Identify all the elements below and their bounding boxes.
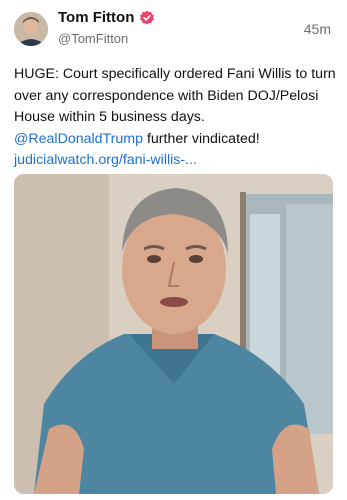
author-handle[interactable]: @TomFitton: [58, 31, 128, 46]
post-card[interactable]: Tom Fitton @TomFitton 45m HUGE: Court sp…: [0, 0, 347, 500]
post-body: HUGE: Court specifically ordered Fani Wi…: [14, 66, 336, 125]
avatar[interactable]: [14, 12, 48, 46]
video-thumbnail[interactable]: [14, 174, 333, 494]
external-link[interactable]: judicialwatch.org/fani-willis-...: [14, 150, 336, 172]
verified-badge-icon: [139, 10, 155, 26]
mention-link[interactable]: @RealDonaldTrump: [14, 131, 143, 147]
author-name[interactable]: Tom Fitton: [58, 9, 134, 26]
post-timestamp: 45m: [303, 21, 331, 37]
post-body-tail: further vindicated!: [143, 130, 260, 147]
post-text: HUGE: Court specifically ordered Fani Wi…: [14, 64, 336, 172]
